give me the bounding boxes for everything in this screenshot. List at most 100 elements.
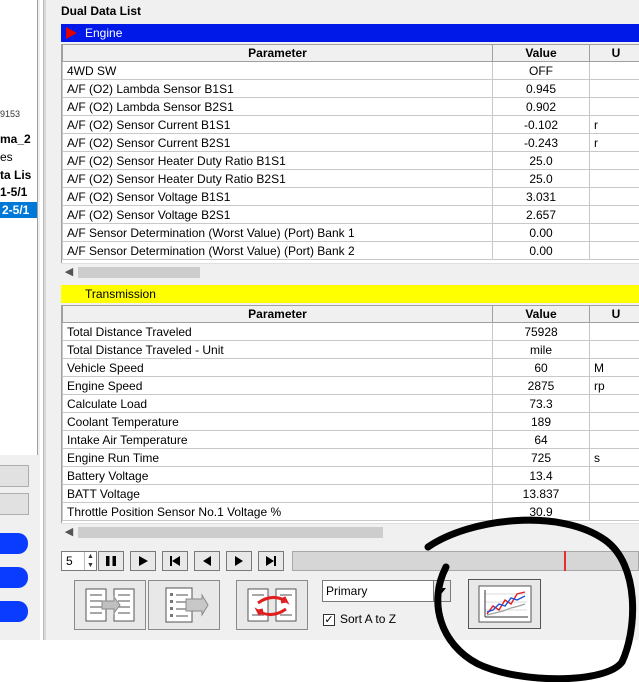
- stepper-down-icon[interactable]: ▼: [84, 561, 96, 570]
- column-header-value[interactable]: Value: [492, 44, 590, 62]
- swap-arrows-icon: [247, 588, 297, 622]
- table-row[interactable]: Engine Speed 2875 rp: [62, 376, 639, 395]
- table-row[interactable]: Intake Air Temperature 64: [62, 430, 639, 449]
- value-cell: 2.657: [492, 205, 590, 224]
- table-row[interactable]: Vehicle Speed 60 M: [62, 358, 639, 377]
- table-row[interactable]: A/F (O2) Sensor Current B1S1 -0.102 r: [62, 115, 639, 134]
- expand-arrow-icon[interactable]: [67, 288, 78, 300]
- tree-item[interactable]: ta Lis: [0, 167, 31, 183]
- table-row[interactable]: A/F (O2) Lambda Sensor B2S1 0.902: [62, 97, 639, 116]
- transmission-section-header[interactable]: Transmission: [61, 285, 639, 303]
- parameter-cell: A/F (O2) Sensor Voltage B2S1: [62, 205, 493, 224]
- timeline-position-marker[interactable]: [564, 551, 566, 571]
- column-header-unit[interactable]: U: [589, 305, 639, 323]
- table-row[interactable]: A/F (O2) Lambda Sensor B1S1 0.945: [62, 79, 639, 98]
- swap-lists-button[interactable]: [236, 580, 308, 630]
- unit-cell: [589, 169, 639, 188]
- table-row[interactable]: Coolant Temperature 189: [62, 412, 639, 431]
- table-row[interactable]: A/F (O2) Sensor Current B2S1 -0.243 r: [62, 133, 639, 152]
- sort-checkbox[interactable]: ✓: [323, 614, 335, 626]
- nav-button[interactable]: [0, 533, 28, 554]
- unit-cell: [589, 223, 639, 242]
- scroll-left-icon[interactable]: ◀: [63, 526, 75, 539]
- play-button[interactable]: [130, 551, 156, 571]
- session-tree[interactable]: 9153 ma_2 es ta Lis 1-5/1 2-5/1: [0, 0, 38, 455]
- parameter-cell: 4WD SW: [62, 61, 493, 80]
- value-cell: 25.0: [492, 151, 590, 170]
- pause-icon: [106, 556, 116, 566]
- engine-data-grid[interactable]: Parameter Value U 4WD SW OFF A/F (O2) Lamb…: [61, 44, 639, 265]
- tree-item[interactable]: 1-5/1: [0, 184, 27, 200]
- table-row[interactable]: Throttle Position Sensor No.1 Voltage % 3…: [62, 502, 639, 521]
- column-header-unit[interactable]: U: [589, 44, 639, 62]
- tree-item-selected[interactable]: 2-5/1: [0, 202, 37, 218]
- dual-data-list-panel: Dual Data List Engine Parameter Value U …: [46, 0, 639, 640]
- skip-to-start-button[interactable]: [162, 551, 188, 571]
- parameter-cell: A/F (O2) Sensor Heater Duty Ratio B1S1: [62, 151, 493, 170]
- unit-cell: s: [589, 448, 639, 467]
- table-row[interactable]: 4WD SW OFF: [62, 61, 639, 80]
- pause-button[interactable]: [98, 551, 124, 571]
- table-row[interactable]: A/F (O2) Sensor Heater Duty Ratio B2S1 25…: [62, 169, 639, 188]
- scroll-thumb[interactable]: [78, 527, 383, 538]
- column-header-value[interactable]: Value: [492, 305, 590, 323]
- unit-cell: [589, 502, 639, 521]
- transmission-data-grid[interactable]: Parameter Value U Total Distance Travele…: [61, 305, 639, 525]
- graph-button[interactable]: [468, 579, 541, 629]
- parameter-cell: Engine Speed: [62, 376, 493, 395]
- left-panel-button[interactable]: [0, 493, 29, 515]
- dual-list-view-button[interactable]: [74, 580, 146, 630]
- table-row[interactable]: A/F Sensor Determination (Worst Value) (…: [62, 223, 639, 242]
- expand-arrow-icon[interactable]: [66, 27, 77, 39]
- dropdown-selected-value[interactable]: Primary: [326, 584, 367, 598]
- stepper-up-icon[interactable]: ▲: [84, 552, 96, 561]
- table-row[interactable]: Engine Run Time 725 s: [62, 448, 639, 467]
- step-back-button[interactable]: [194, 551, 220, 571]
- value-cell: 13.4: [492, 466, 590, 485]
- playback-speed-value[interactable]: 5: [66, 554, 73, 568]
- playback-speed-stepper[interactable]: 5 ▲ ▼: [61, 551, 97, 571]
- table-row[interactable]: Battery Voltage 13.4: [62, 466, 639, 485]
- table-row[interactable]: Total Distance Traveled - Unit mile: [62, 340, 639, 359]
- parameter-cell: A/F (O2) Lambda Sensor B2S1: [62, 97, 493, 116]
- scroll-thumb[interactable]: [78, 267, 200, 278]
- step-forward-button[interactable]: [226, 551, 252, 571]
- value-cell: mile: [492, 340, 590, 359]
- table-row[interactable]: A/F (O2) Sensor Voltage B2S1 2.657: [62, 205, 639, 224]
- parameter-cell: Coolant Temperature: [62, 412, 493, 431]
- tree-item[interactable]: 9153: [0, 106, 20, 122]
- table-row[interactable]: BATT Voltage 13.837: [62, 484, 639, 503]
- list-source-dropdown[interactable]: Primary: [322, 580, 451, 602]
- transmission-horizontal-scrollbar[interactable]: ◀: [61, 523, 639, 540]
- skip-to-end-button[interactable]: [258, 551, 284, 571]
- column-header-parameter[interactable]: Parameter: [62, 44, 493, 62]
- table-row[interactable]: A/F Sensor Determination (Worst Value) (…: [62, 241, 639, 260]
- chevron-down-icon[interactable]: [433, 581, 450, 601]
- table-row[interactable]: Total Distance Traveled 75928: [62, 322, 639, 341]
- scroll-left-icon[interactable]: ◀: [63, 266, 75, 279]
- tree-item[interactable]: es: [0, 149, 13, 165]
- unit-cell: [589, 205, 639, 224]
- nav-button[interactable]: [0, 567, 28, 588]
- engine-section-header[interactable]: Engine: [61, 24, 639, 42]
- sort-checkbox-label[interactable]: Sort A to Z: [340, 612, 396, 626]
- value-cell: 725: [492, 448, 590, 467]
- table-row[interactable]: A/F (O2) Sensor Voltage B1S1 3.031: [62, 187, 639, 206]
- nav-button[interactable]: [0, 601, 28, 622]
- table-row[interactable]: Calculate Load 73.3: [62, 394, 639, 413]
- parameter-select-button[interactable]: [148, 580, 220, 630]
- skip-to-start-icon: [170, 556, 180, 566]
- value-cell: 75928: [492, 322, 590, 341]
- page-title: Dual Data List: [61, 4, 142, 18]
- left-panel-button[interactable]: [0, 465, 29, 487]
- engine-horizontal-scrollbar[interactable]: ◀: [61, 263, 639, 280]
- unit-cell: [589, 322, 639, 341]
- playback-timeline[interactable]: [292, 551, 639, 571]
- unit-cell: r: [589, 133, 639, 152]
- parameter-cell: Throttle Position Sensor No.1 Voltage %: [62, 502, 493, 521]
- column-header-parameter[interactable]: Parameter: [62, 305, 493, 323]
- table-row[interactable]: A/F (O2) Sensor Heater Duty Ratio B1S1 25…: [62, 151, 639, 170]
- unit-cell: r: [589, 115, 639, 134]
- tree-item[interactable]: ma_2: [0, 131, 31, 147]
- parameter-cell: Calculate Load: [62, 394, 493, 413]
